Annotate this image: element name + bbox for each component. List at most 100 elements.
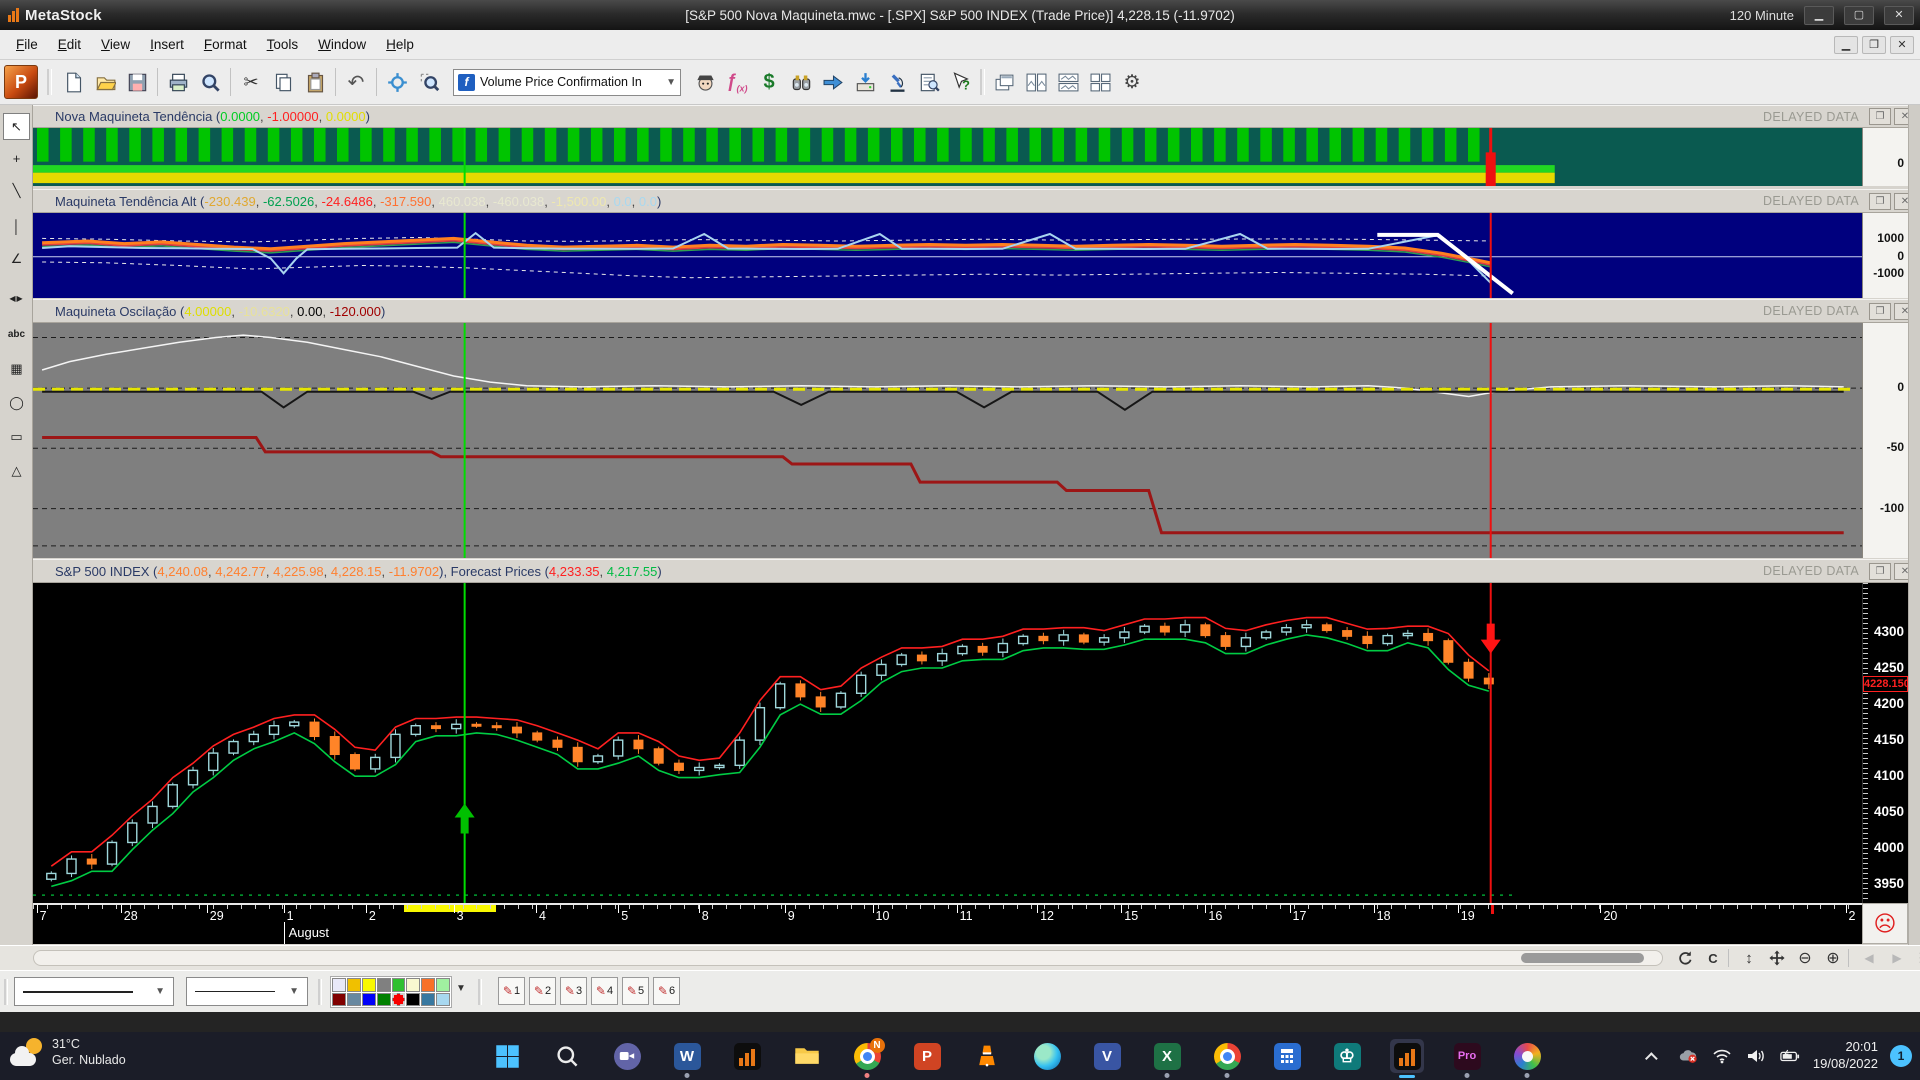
trendline-tool[interactable]: ╲ (3, 177, 30, 204)
trendline-button-3[interactable]: ✎ 3 (560, 977, 587, 1005)
scrollbar-thumb[interactable] (1521, 953, 1644, 963)
taskbar-calculator[interactable] (1270, 1039, 1304, 1073)
pointer-crosshair-button[interactable] (381, 66, 413, 98)
color-swatch[interactable] (361, 978, 376, 992)
color-swatch[interactable] (346, 992, 361, 1006)
customize-button[interactable]: ⚙ (1116, 66, 1148, 98)
new-chart-button[interactable] (57, 66, 89, 98)
taskbar-chrome[interactable] (1210, 1039, 1244, 1078)
color-swatch[interactable] (391, 978, 406, 992)
save-chart-button[interactable] (121, 66, 153, 98)
color-swatch[interactable] (406, 992, 421, 1006)
panel-maximize-button[interactable]: ❐ (1869, 562, 1891, 580)
move-button[interactable] (1764, 947, 1790, 969)
notification-badge[interactable]: 1 (1890, 1045, 1912, 1067)
tray-chevron-up-icon[interactable] (1643, 1047, 1665, 1065)
panel-header-tendencia-alt[interactable]: Maquineta Tendência Alt (-230.439, -62.5… (33, 189, 1920, 213)
battery-icon[interactable] (1779, 1047, 1801, 1065)
palette-dropdown-arrow[interactable]: ▼ (456, 983, 466, 994)
scroll-arrows-tool[interactable]: ◀▶ (3, 285, 30, 312)
open-chart-button[interactable] (89, 66, 121, 98)
tile-rows-button[interactable] (1052, 66, 1084, 98)
prev-button[interactable]: ◀ (1856, 947, 1882, 969)
weather-widget[interactable]: 31°C Ger. Nublado (10, 1037, 126, 1068)
taskbar-start[interactable] (490, 1039, 524, 1073)
vertical-line-tool[interactable]: │ (3, 213, 30, 240)
taskbar-metastock-active[interactable] (1390, 1039, 1424, 1078)
date-axis[interactable]: 7 28 29 1 2 3 4 5 8 9 10 11 12 15 16 17 18 19 20 2 (33, 903, 1863, 923)
tile-columns-button[interactable] (1020, 66, 1052, 98)
trendline-button-6[interactable]: ✎ 6 (653, 977, 680, 1005)
price-chart[interactable] (33, 583, 1862, 903)
data-status-button[interactable]: ☹ (1862, 903, 1908, 944)
explorer-button[interactable] (785, 66, 817, 98)
onedrive-error-icon[interactable] (1677, 1047, 1699, 1065)
download-data-button[interactable] (849, 66, 881, 98)
menu-format[interactable]: Format (194, 33, 257, 56)
trendline-button-5[interactable]: ✎ 5 (622, 977, 649, 1005)
context-help-button[interactable]: ? (945, 66, 977, 98)
color-swatch[interactable] (421, 978, 436, 992)
menu-window[interactable]: Window (308, 33, 376, 56)
cascade-windows-button[interactable] (988, 66, 1020, 98)
grid-tool[interactable]: ▦ (3, 355, 30, 382)
wifi-icon[interactable] (1711, 1047, 1733, 1065)
report-button[interactable] (913, 66, 945, 98)
trendline-button-2[interactable]: ✎ 2 (529, 977, 556, 1005)
taskbar-word[interactable]: W (670, 1039, 704, 1078)
taskbar-vlc[interactable] (970, 1039, 1004, 1073)
text-tool[interactable]: abc (3, 321, 30, 348)
menu-edit[interactable]: Edit (48, 33, 91, 56)
taskbar-search[interactable] (550, 1039, 584, 1073)
color-swatch[interactable] (376, 978, 391, 992)
resize-vertical-button[interactable]: ↕ (1736, 947, 1762, 969)
taskbar-premiere-pro[interactable]: Pro (1450, 1039, 1484, 1078)
next-button[interactable]: ▶ (1884, 947, 1910, 969)
menu-tools[interactable]: Tools (257, 33, 309, 56)
panel-header-price[interactable]: S&P 500 INDEX (4,240.08, 4,242.77, 4,225… (33, 559, 1920, 583)
triangle-tool[interactable]: △ (3, 457, 30, 484)
child-close-button[interactable]: ✕ (1890, 35, 1914, 54)
panel-header-nova-tendencia[interactable]: Nova Maquineta Tendência (0.0000, -1.000… (33, 105, 1920, 128)
pointer-tool[interactable]: ↖ (3, 113, 30, 140)
trendline-button-1[interactable]: ✎ 1 (498, 977, 525, 1005)
taskbar-edge[interactable] (1030, 1039, 1064, 1073)
menu-help[interactable]: Help (376, 33, 424, 56)
taskbar-powerpoint[interactable]: P (910, 1039, 944, 1073)
panel-maximize-button[interactable]: ❐ (1869, 192, 1891, 210)
taskbar-chess[interactable]: ♔ (1330, 1039, 1364, 1073)
minimize-button[interactable]: ▁ (1804, 5, 1834, 25)
print-preview-button[interactable] (194, 66, 226, 98)
undo-button[interactable]: ↶ (340, 66, 372, 98)
color-swatch[interactable] (332, 992, 346, 1006)
cut-button[interactable]: ✂ (235, 66, 267, 98)
angle-tool[interactable]: ∠ (3, 245, 30, 272)
panel-maximize-button[interactable]: ❐ (1869, 302, 1891, 320)
print-button[interactable] (162, 66, 194, 98)
zoom-in-button[interactable]: ⊕ (1820, 947, 1846, 969)
child-minimize-button[interactable]: ▁ (1834, 35, 1858, 54)
close-button[interactable]: ✕ (1884, 5, 1914, 25)
zoom-tool-button[interactable] (413, 66, 445, 98)
maximize-button[interactable]: ▢ (1844, 5, 1874, 25)
expert-advisor-button[interactable] (689, 66, 721, 98)
color-swatch[interactable] (421, 992, 436, 1006)
system-tester-button[interactable]: $ (753, 66, 785, 98)
power-console-icon[interactable]: P (4, 65, 38, 99)
taskbar-excel[interactable]: X (1150, 1039, 1184, 1078)
color-swatch[interactable] (436, 978, 450, 992)
menu-file[interactable]: File (6, 33, 48, 56)
taskbar-meet[interactable] (610, 1039, 644, 1073)
taskbar-visio[interactable]: V (1090, 1039, 1124, 1073)
panel-maximize-button[interactable]: ❐ (1869, 108, 1891, 125)
tendencia-alt-chart[interactable] (33, 213, 1862, 298)
taskbar-paint[interactable] (1510, 1039, 1544, 1078)
downloader-button[interactable] (817, 66, 849, 98)
zoom-out-button[interactable]: ⊖ (1792, 947, 1818, 969)
copy-button[interactable] (267, 66, 299, 98)
color-swatch[interactable] (391, 992, 406, 1006)
crosshair-tool[interactable]: + (3, 145, 30, 172)
color-swatch[interactable] (361, 992, 376, 1006)
volume-icon[interactable] (1745, 1047, 1767, 1065)
taskbar-metastock[interactable] (730, 1039, 764, 1073)
